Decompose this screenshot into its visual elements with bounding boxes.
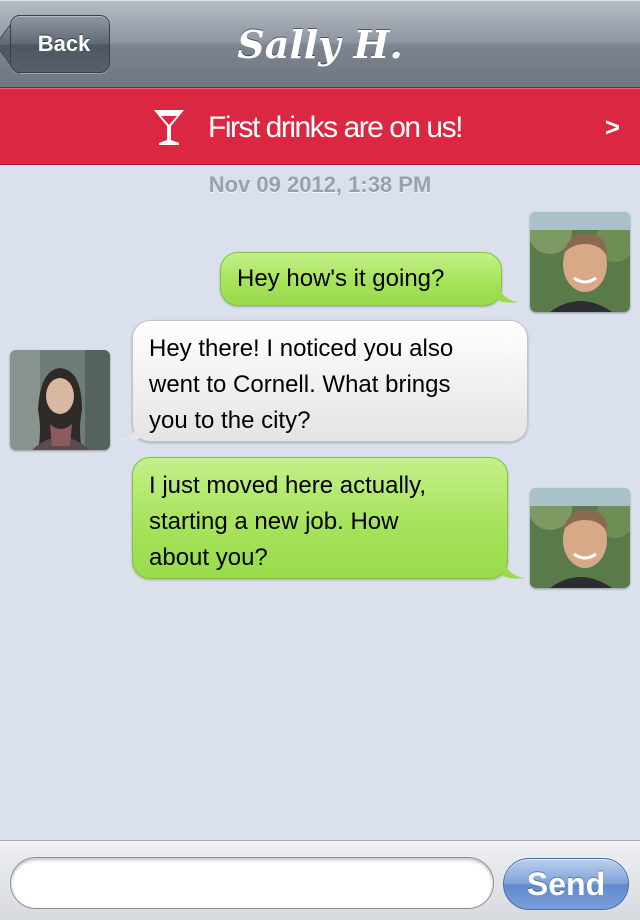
outgoing-message-bubble[interactable]: I just moved here actually, starting a n… <box>132 457 508 579</box>
message-line: starting a new job. How <box>149 508 399 535</box>
my-avatar[interactable] <box>530 212 630 312</box>
promo-text: First drinks are on us! <box>208 110 463 144</box>
message-line: Hey there! I noticed you also <box>149 335 454 362</box>
cocktail-glass-icon <box>154 110 184 145</box>
promo-banner[interactable]: First drinks are on us! > <box>0 88 640 165</box>
bubble-tail <box>497 282 519 303</box>
message-composer: Send <box>0 840 640 920</box>
male-avatar-photo <box>530 212 630 312</box>
male-avatar-photo <box>530 488 630 588</box>
message-line: about you? <box>149 544 268 571</box>
incoming-message-bubble[interactable]: Hey there! I noticed you also went to Co… <box>132 320 528 442</box>
bubble-tail <box>503 558 525 579</box>
message-timestamp: Nov 09 2012, 1:38 PM <box>208 172 432 197</box>
send-button[interactable]: Send <box>503 858 629 910</box>
message-line: went to Cornell. What brings <box>149 371 451 398</box>
bubble-tail <box>118 420 140 441</box>
message-line: I just moved here actually, <box>149 472 427 499</box>
navigation-bar: Sally H. Back <box>0 0 640 88</box>
message-line: you to the city? <box>149 407 311 434</box>
promo-chevron-icon: > <box>604 112 620 142</box>
outgoing-message-bubble[interactable]: Hey how's it going? <box>220 252 502 306</box>
back-button[interactable]: Back <box>10 15 110 73</box>
female-avatar-photo <box>10 350 110 450</box>
back-button-wrapper[interactable]: Back <box>10 15 110 73</box>
my-avatar[interactable] <box>530 488 630 588</box>
message-text: Hey how's it going? <box>237 265 445 292</box>
sally-avatar[interactable] <box>10 350 110 450</box>
message-input[interactable] <box>10 857 494 909</box>
